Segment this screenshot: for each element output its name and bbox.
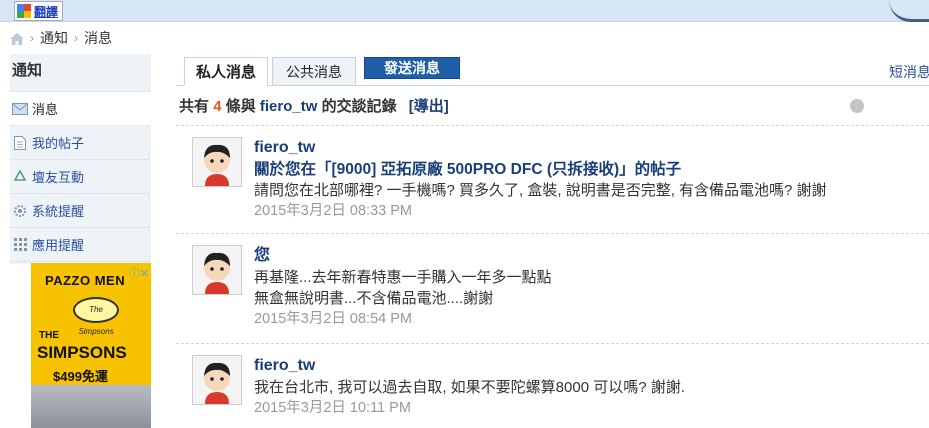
message-username[interactable]: 您 bbox=[254, 245, 552, 267]
sidebar-item-messages[interactable]: 消息 bbox=[10, 92, 150, 126]
sidebar-item-label: 系統提醒 bbox=[32, 204, 85, 219]
top-bar: 翻譯 bbox=[0, 0, 929, 22]
sidebar-item-label: 我的帖子 bbox=[32, 136, 85, 151]
message-item: 您 再基隆...去年新春特惠一手購入一年多一點點 無盒無說明書...不含備品電池… bbox=[176, 233, 929, 343]
breadcrumb-notify[interactable]: 通知 bbox=[40, 28, 68, 48]
short-messages-link[interactable]: 短消息 bbox=[889, 62, 929, 82]
avatar[interactable] bbox=[192, 137, 242, 187]
message-item: fiero_tw 我在台北市, 我可以過去自取, 如果不要陀螺算8000 可以嗎… bbox=[176, 343, 929, 428]
message-timestamp: 2015年3月2日 08:33 PM bbox=[254, 203, 412, 219]
breadcrumb-separator-icon: › bbox=[30, 31, 34, 45]
gear-icon bbox=[12, 203, 28, 219]
summary-prefix: 共有 bbox=[179, 98, 210, 115]
summary-middle: 條與 bbox=[225, 98, 256, 115]
sidebar-item-my-posts[interactable]: 我的帖子 bbox=[10, 126, 149, 160]
envelope-icon bbox=[12, 101, 28, 117]
message-thread-link[interactable]: 關於您在「[9000] 亞拓原廠 500PRO DFC (只拆接收)」的帖子 bbox=[254, 159, 827, 180]
ad-logo: The Simpsons bbox=[73, 297, 119, 336]
sidebar-item-label: 應用提醒 bbox=[32, 238, 85, 253]
breadcrumb-separator-icon: › bbox=[74, 31, 78, 45]
avatar[interactable] bbox=[192, 355, 242, 405]
ad-title: SIMPSONS bbox=[37, 343, 127, 362]
message-body: fiero_tw 關於您在「[9000] 亞拓原廠 500PRO DFC (只拆… bbox=[254, 137, 827, 222]
message-text: 無盒無說明書...不含備品電池....謝謝 bbox=[254, 290, 494, 307]
message-text: 再基隆...去年新春特惠一手購入一年多一點點 bbox=[254, 269, 552, 286]
translate-label: 翻譯 bbox=[34, 4, 59, 19]
advertisement[interactable]: PAZZO MEN ⓘ✕ The Simpsons THE SIMPSONS $… bbox=[31, 263, 151, 428]
message-text: 我在台北市, 我可以過去自取, 如果不要陀螺算8000 可以嗎? 謝謝. bbox=[254, 379, 685, 396]
collapse-icon[interactable] bbox=[850, 99, 864, 113]
sidebar-item-interactions[interactable]: 壇友互動 bbox=[10, 160, 149, 194]
message-text: 請問您在北部哪裡? 一手機嗎? 買多久了, 盒裝, 說明書是否完整, 有含備品電… bbox=[254, 182, 827, 199]
message-body: 您 再基隆...去年新春特惠一手購入一年多一點點 無盒無說明書...不含備品電池… bbox=[254, 245, 552, 330]
recycle-icon bbox=[12, 169, 28, 185]
summary-count: 4 bbox=[213, 98, 222, 115]
ad-close-icon[interactable]: ⓘ✕ bbox=[129, 265, 149, 281]
sidebar-item-label: 消息 bbox=[32, 102, 59, 117]
translate-button[interactable]: 翻譯 bbox=[14, 1, 64, 21]
ad-photo bbox=[31, 385, 151, 428]
message-timestamp: 2015年3月2日 10:11 PM bbox=[254, 400, 411, 416]
header-decoration bbox=[889, 0, 929, 22]
summary-username[interactable]: fiero_tw bbox=[260, 98, 318, 115]
ad-price: $499免運 bbox=[53, 369, 108, 384]
message-item: fiero_tw 關於您在「[9000] 亞拓原廠 500PRO DFC (只拆… bbox=[176, 125, 929, 233]
message-body: fiero_tw 我在台北市, 我可以過去自取, 如果不要陀螺算8000 可以嗎… bbox=[254, 355, 685, 419]
avatar[interactable] bbox=[192, 245, 242, 295]
tab-public-messages[interactable]: 公共消息 bbox=[272, 57, 356, 86]
export-link[interactable]: [導出] bbox=[409, 98, 449, 115]
message-username[interactable]: fiero_tw bbox=[254, 355, 685, 377]
send-message-button[interactable]: 發送消息 bbox=[364, 57, 460, 79]
sidebar-title: 通知 bbox=[10, 54, 149, 92]
ad-the-label: THE bbox=[39, 330, 59, 341]
conversation-summary: 共有 4 條與 fiero_tw 的交談記錄 [導出] bbox=[179, 95, 449, 116]
message-username[interactable]: fiero_tw bbox=[254, 137, 827, 159]
sidebar-item-label: 壇友互動 bbox=[32, 170, 85, 185]
tab-bar: 私人消息 公共消息 發送消息 短消息 bbox=[176, 54, 929, 86]
breadcrumb-messages[interactable]: 消息 bbox=[84, 28, 112, 48]
breadcrumb: › 通知 › 消息 bbox=[10, 27, 112, 49]
sidebar-item-apps[interactable]: 應用提醒 bbox=[10, 228, 149, 262]
document-icon bbox=[12, 135, 28, 151]
ad-brand: PAZZO MEN bbox=[45, 273, 126, 288]
grid-icon bbox=[12, 237, 28, 253]
home-icon[interactable] bbox=[10, 32, 24, 45]
tab-private-messages[interactable]: 私人消息 bbox=[184, 57, 268, 86]
message-timestamp: 2015年3月2日 08:54 PM bbox=[254, 311, 412, 327]
google-translate-icon bbox=[17, 4, 31, 18]
summary-suffix: 的交談記錄 bbox=[321, 98, 397, 115]
sidebar: 通知 消息 我的帖子 壇友互動 系統提醒 應用提醒 bbox=[10, 54, 150, 264]
sidebar-item-system[interactable]: 系統提醒 bbox=[10, 194, 149, 228]
